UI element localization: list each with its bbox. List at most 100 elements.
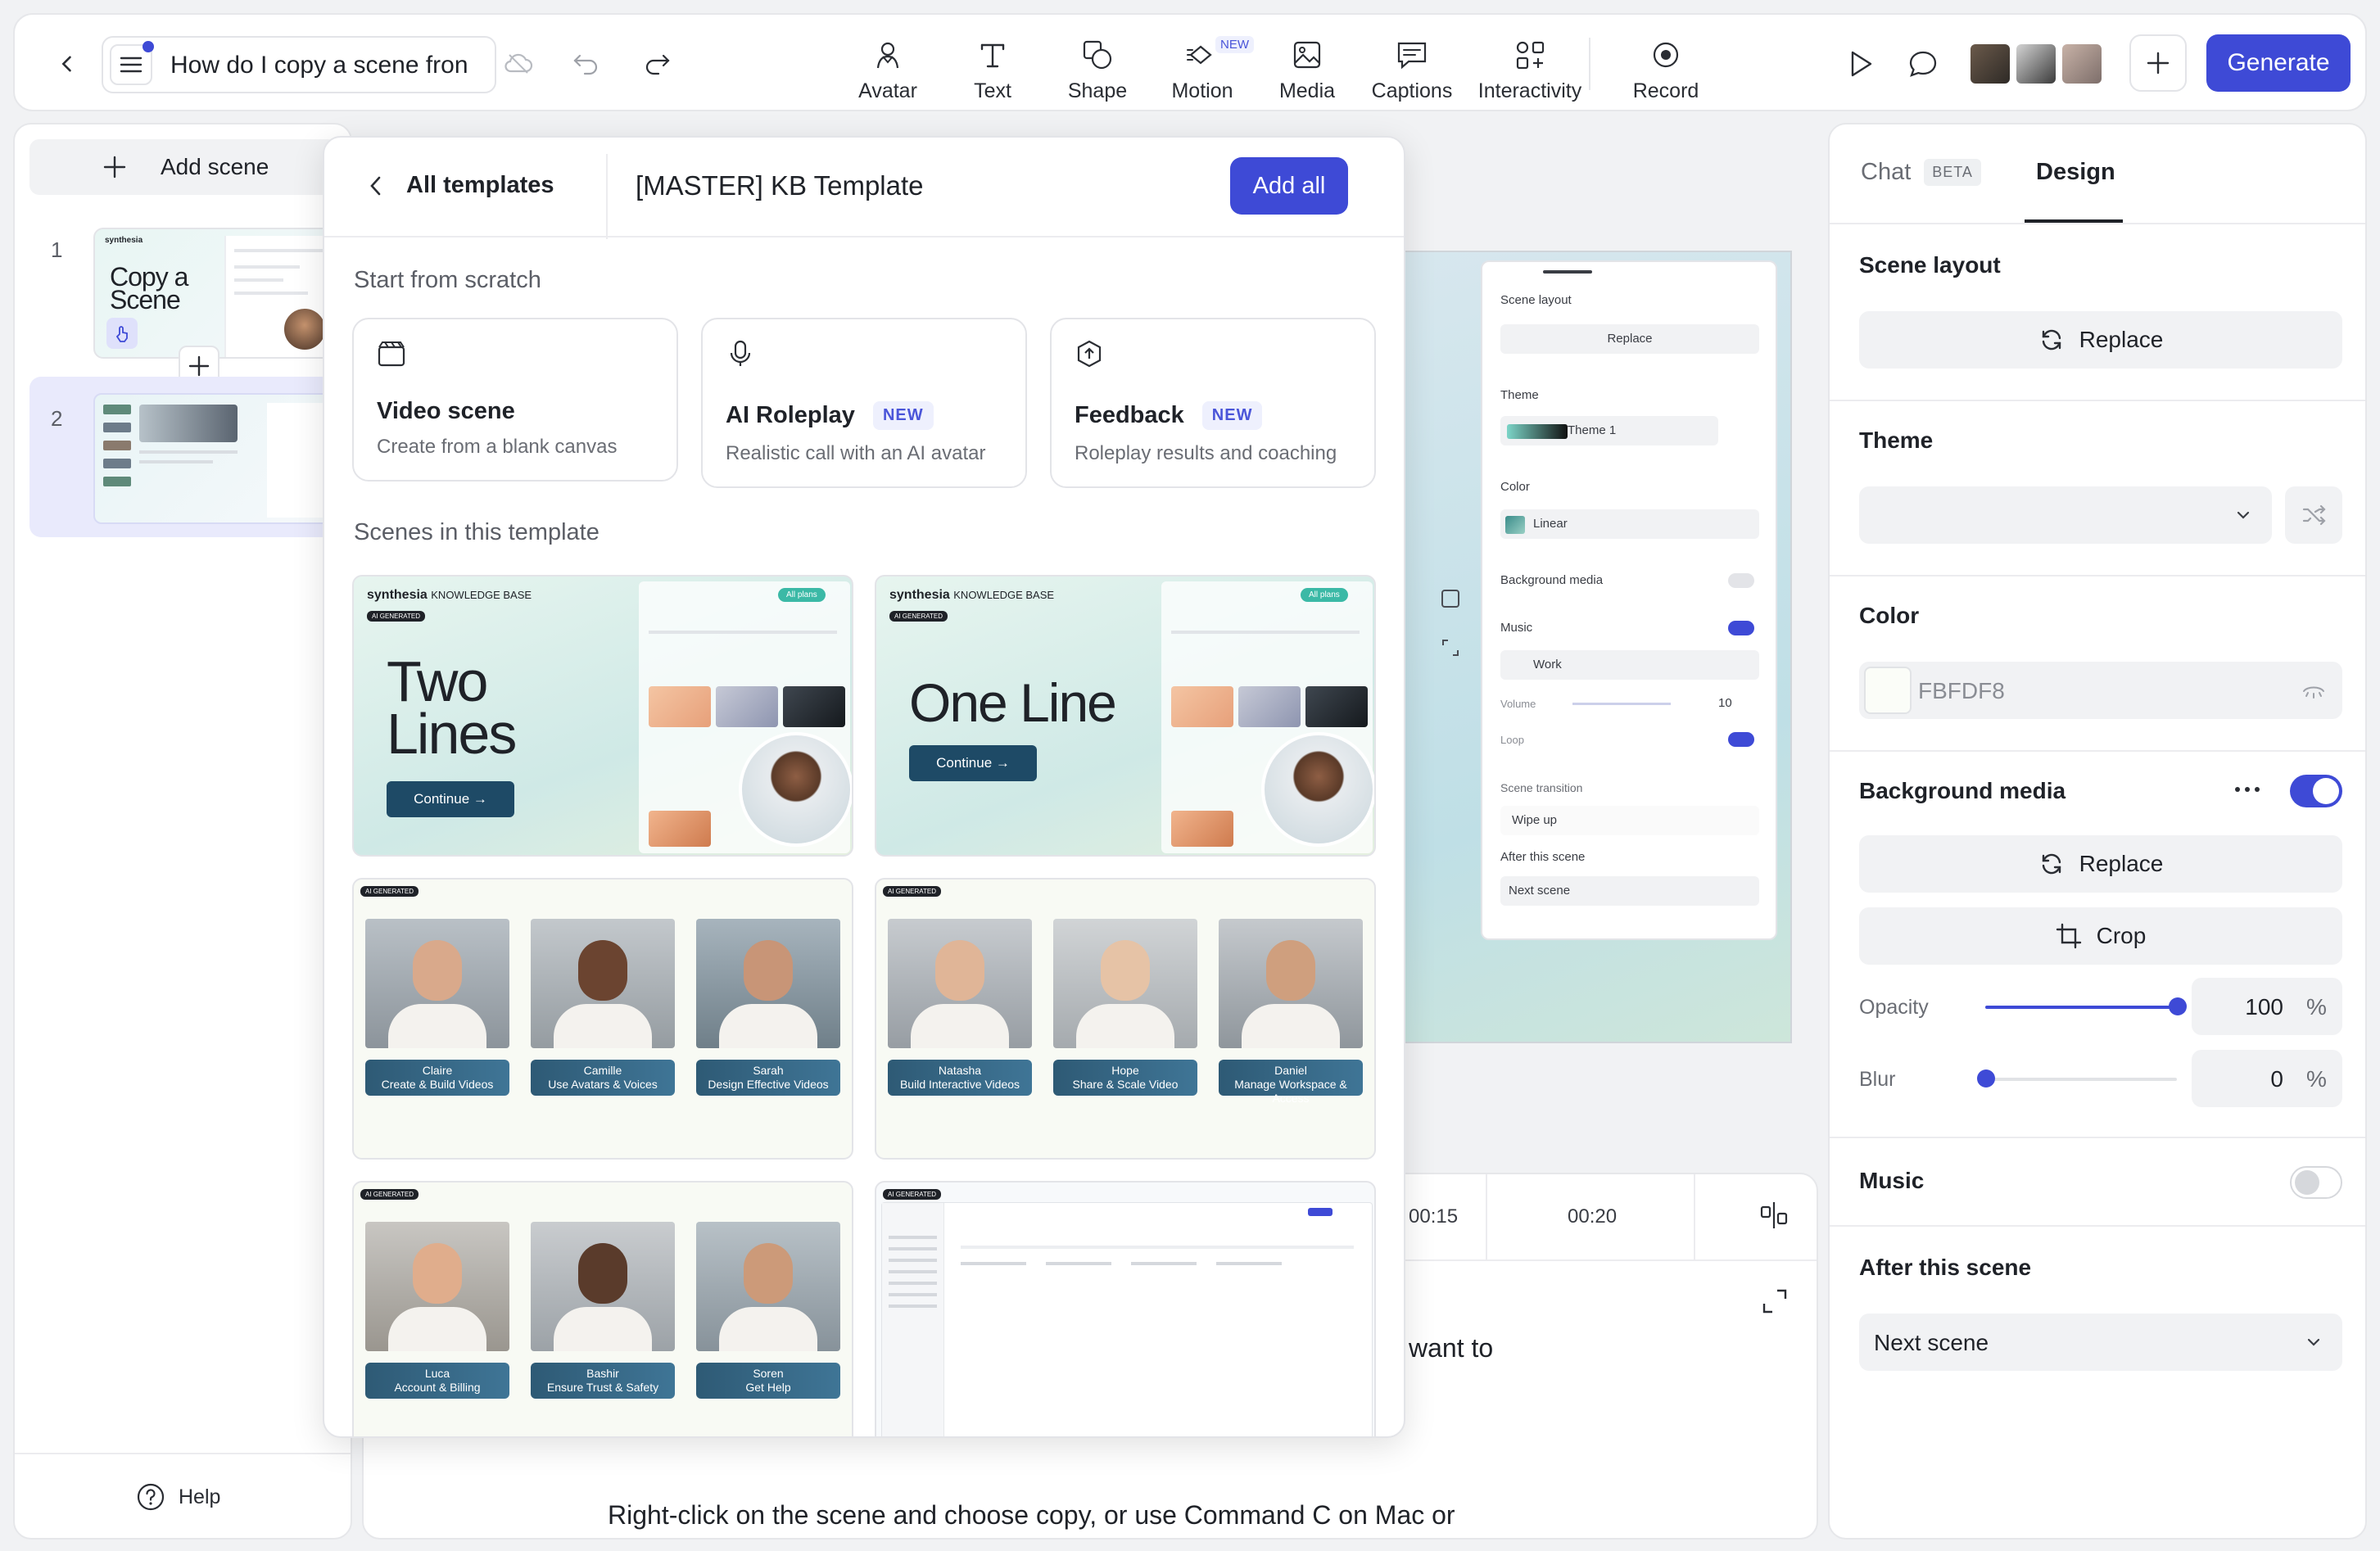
add-all-button[interactable]: Add all (1230, 157, 1348, 215)
script-text[interactable]: Right-click on the scene and choose copy… (608, 1500, 1455, 1531)
scene-thumbnail-2[interactable] (93, 393, 339, 524)
mock-card (1238, 686, 1301, 727)
eyedropper-icon[interactable] (2301, 680, 2326, 701)
video-scene-card[interactable]: Video scene Create from a blank canvas (352, 318, 678, 482)
new-badge: NEW (872, 401, 934, 430)
tool-interactivity[interactable]: Interactivity (1474, 29, 1586, 103)
scene-thumbnail-1[interactable]: synthesia Copy a Scene (93, 228, 339, 359)
template-scene-avatars-1[interactable]: AI GENERATED Claire Create & Build Videos… (352, 878, 853, 1160)
color-swatch[interactable] (1864, 667, 1912, 714)
more-options-icon[interactable] (2234, 785, 2260, 794)
microphone-icon (730, 340, 751, 366)
after-scene-title: After this scene (1859, 1255, 2032, 1280)
person-role: Create & Build Videos (381, 1078, 494, 1091)
canvas-tool-icon[interactable] (1440, 588, 1469, 617)
ai-roleplay-card[interactable]: AI Roleplay NEW Realistic call with an A… (701, 318, 1027, 488)
play-icon[interactable] (1841, 44, 1880, 84)
tool-text[interactable]: Text (940, 29, 1045, 103)
brand-sub: KNOWLEDGE BASE (431, 589, 532, 601)
opacity-slider[interactable] (1985, 1006, 2177, 1009)
design-panel: Chat BETA Design Scene layout Replace Th… (1828, 123, 2367, 1540)
menu-icon[interactable] (110, 41, 154, 85)
opacity-slider-handle[interactable] (2169, 997, 2187, 1015)
collaborator-avatars[interactable] (1969, 43, 2103, 85)
after-scene-select[interactable]: Next scene (1859, 1314, 2342, 1371)
brand-text: synthesia KNOWLEDGE BASE (889, 588, 1054, 603)
avatar[interactable] (2015, 43, 2057, 85)
person-role: Share & Scale Video (1072, 1078, 1179, 1091)
preview-design-panel: Scene layout Replace Theme Theme 1 Color… (1481, 260, 1777, 940)
person-name: Natasha (938, 1064, 982, 1077)
tool-motion[interactable]: NEW Motion (1150, 29, 1255, 103)
theme-select[interactable] (1859, 486, 2272, 544)
document-title-box[interactable]: How do I copy a scene fron (102, 36, 496, 93)
tab-design[interactable]: Design (2036, 159, 2115, 186)
cloud-sync-icon (500, 47, 537, 80)
blur-slider[interactable] (1985, 1078, 2177, 1081)
person-role: Ensure Trust & Safety (546, 1381, 659, 1394)
tool-shape[interactable]: Shape (1045, 29, 1150, 103)
add-scene-button[interactable]: Add scene (29, 139, 337, 195)
crop-button[interactable]: Crop (1859, 907, 2342, 965)
generate-button[interactable]: Generate (2206, 34, 2351, 92)
timeline-divider (1694, 1174, 1695, 1259)
shuffle-theme-button[interactable] (2285, 486, 2342, 544)
redo-icon[interactable] (639, 47, 675, 80)
crop-icon (2056, 923, 2081, 949)
comment-icon[interactable] (1903, 44, 1943, 84)
avatar[interactable] (2061, 43, 2103, 85)
color-field[interactable]: FBFDF8 (1859, 662, 2342, 719)
template-scene-two-lines[interactable]: synthesia KNOWLEDGE BASE AI GENERATED Tw… (352, 575, 853, 857)
tool-avatar[interactable]: Avatar (835, 29, 940, 103)
color-hex-value[interactable]: FBFDF8 (1918, 678, 2005, 704)
scenes-in-template-heading: Scenes in this template (354, 519, 600, 545)
person-role: Build Interactive Videos (899, 1078, 1020, 1091)
add-collaborator-button[interactable] (2129, 34, 2187, 92)
back-icon[interactable] (51, 47, 84, 80)
feedback-card[interactable]: Feedback NEW Roleplay results and coachi… (1050, 318, 1376, 488)
scene-layout-title: Scene layout (1859, 252, 2001, 278)
mock-card (649, 811, 711, 847)
blur-input[interactable]: 0 % (2192, 1050, 2342, 1107)
template-scene-avatars-3[interactable]: AI GENERATED Luca Account & Billing Bashi… (352, 1181, 853, 1436)
opacity-label: Opacity (1859, 996, 1929, 1019)
tool-media[interactable]: Media (1255, 29, 1360, 103)
tool-record[interactable]: Record (1613, 29, 1718, 103)
notification-dot (143, 41, 154, 52)
person-name: Bashir (586, 1367, 619, 1380)
template-scene-workspace-ui[interactable]: AI GENERATED (875, 1181, 1376, 1436)
split-icon[interactable] (1758, 1199, 1790, 1232)
blur-slider-handle[interactable] (1977, 1069, 1995, 1088)
music-toggle[interactable] (2290, 1166, 2342, 1199)
blur-value[interactable]: 0 (2192, 1066, 2283, 1092)
all-templates-back[interactable]: All templates (367, 172, 554, 199)
undo-icon[interactable] (568, 47, 604, 80)
shuffle-icon (2302, 504, 2326, 526)
toggle-knob (2313, 778, 2339, 804)
background-replace-button[interactable]: Replace (1859, 835, 2342, 893)
help-button[interactable]: Help (136, 1482, 220, 1512)
scene-layout-replace-button[interactable]: Replace (1859, 311, 2342, 369)
tool-captions[interactable]: Captions (1360, 29, 1464, 103)
template-scene-avatars-2[interactable]: AI GENERATED Natasha Build Interactive Vi… (875, 878, 1376, 1160)
expand-icon[interactable] (1440, 637, 1469, 667)
thumbnail-sidebar-mock (103, 405, 131, 511)
background-media-toggle[interactable] (2290, 775, 2342, 807)
divider (1830, 750, 2365, 752)
opacity-input[interactable]: 100 % (2192, 978, 2342, 1035)
fullscreen-icon[interactable] (1761, 1287, 1789, 1315)
person-role: Use Avatars & Voices (548, 1078, 658, 1091)
tool-label: Media (1278, 79, 1336, 102)
preview-toggle-on (1728, 621, 1754, 635)
avatar[interactable] (1969, 43, 2011, 85)
help-label: Help (179, 1485, 221, 1508)
preview-row: Music (1500, 621, 1533, 635)
upload-shield-icon (1077, 340, 1102, 368)
opacity-value[interactable]: 100 (2192, 994, 2283, 1020)
replace-icon (2042, 329, 2061, 350)
script-text-partial[interactable]: want to (1409, 1333, 1493, 1363)
document-title[interactable]: How do I copy a scene fron (170, 52, 490, 79)
template-scene-one-line[interactable]: synthesia KNOWLEDGE BASE AI GENERATED On… (875, 575, 1376, 857)
divider (1830, 1225, 2365, 1227)
tab-chat[interactable]: Chat BETA (1861, 159, 1981, 186)
